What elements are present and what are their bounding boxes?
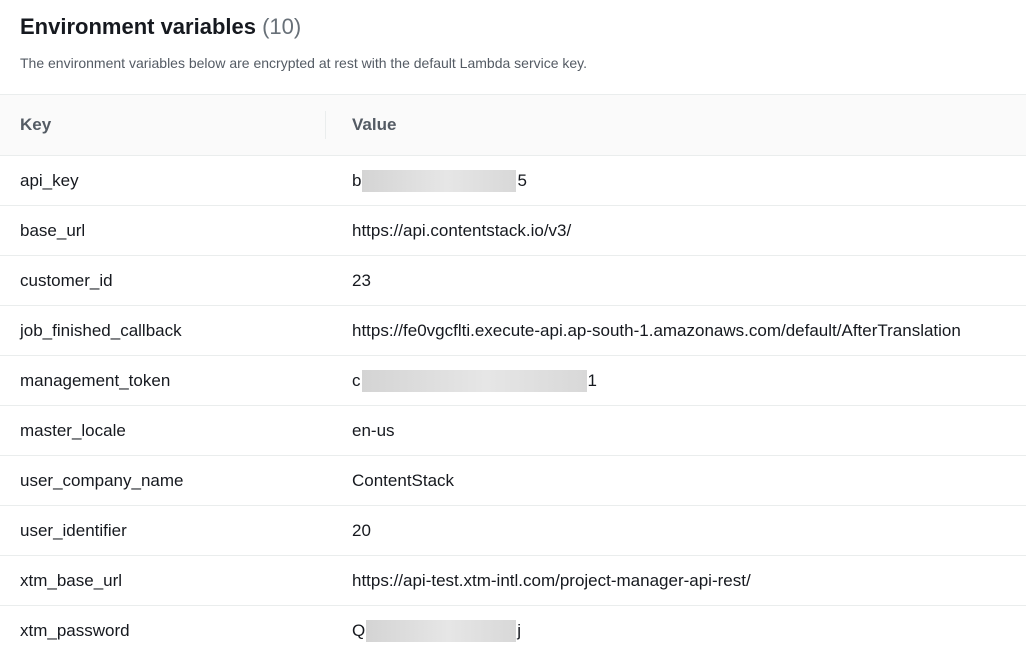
variable-key: customer_id	[20, 270, 113, 290]
column-header-key: Key	[0, 111, 326, 139]
table-row: customer_id 23	[0, 256, 1026, 306]
variable-count: (10)	[262, 14, 302, 39]
panel-description: The environment variables below are encr…	[20, 55, 588, 71]
variable-value: en-us	[352, 420, 395, 440]
variable-key: job_finished_callback	[20, 320, 182, 340]
variable-key: user_identifier	[20, 520, 127, 540]
variable-key: user_company_name	[20, 470, 184, 490]
redacted-value-bar	[362, 169, 517, 192]
redacted-value-bar	[366, 619, 517, 642]
value-visible-start: Q	[352, 620, 366, 640]
variable-key: master_locale	[20, 420, 126, 440]
table-row: xtm_password Qj	[0, 606, 1026, 653]
variable-key: xtm_base_url	[20, 570, 123, 590]
variable-key: xtm_password	[20, 620, 130, 640]
variable-key: management_token	[20, 370, 171, 390]
variable-value: https://fe0vgcflti.execute-api.ap-south-…	[352, 320, 961, 340]
table-row: xtm_base_url https://api-test.xtm-intl.c…	[0, 556, 1026, 606]
value-visible-end: 5	[517, 170, 527, 190]
panel-title: Environment variables (10)	[20, 13, 1006, 41]
variable-value: 20	[352, 520, 371, 540]
redacted-value-bar	[361, 369, 587, 392]
table-row: user_identifier 20	[0, 506, 1026, 556]
variable-value: c1	[326, 369, 597, 392]
panel-header: Environment variables (10) The environme…	[0, 0, 1026, 95]
variable-key: base_url	[20, 220, 86, 240]
variable-key: api_key	[20, 170, 79, 190]
table-row: base_url https://api.contentstack.io/v3/	[0, 206, 1026, 256]
table-header: Key Value	[0, 95, 1026, 156]
environment-variables-list: api_key b5 base_url https://api.contents…	[0, 156, 1026, 653]
table-row: api_key b5	[0, 156, 1026, 206]
variable-value: Qj	[326, 619, 522, 642]
variable-value: b5	[326, 169, 527, 192]
variable-value: https://api-test.xtm-intl.com/project-ma…	[352, 570, 751, 590]
environment-variables-panel: Environment variables (10) The environme…	[0, 0, 1026, 653]
table-row: user_company_name ContentStack	[0, 456, 1026, 506]
variable-value: ContentStack	[352, 470, 455, 490]
panel-title-text: Environment variables	[20, 14, 256, 39]
value-visible-start: b	[352, 170, 362, 190]
value-visible-end: j	[517, 620, 522, 640]
table-row: management_token c1	[0, 356, 1026, 406]
value-visible-end: 1	[587, 370, 597, 390]
table-row: job_finished_callback https://fe0vgcflti…	[0, 306, 1026, 356]
value-visible-start: c	[352, 370, 361, 390]
variable-value: https://api.contentstack.io/v3/	[352, 220, 572, 240]
table-row: master_locale en-us	[0, 406, 1026, 456]
column-header-value: Value	[352, 115, 397, 134]
variable-value: 23	[352, 270, 371, 290]
